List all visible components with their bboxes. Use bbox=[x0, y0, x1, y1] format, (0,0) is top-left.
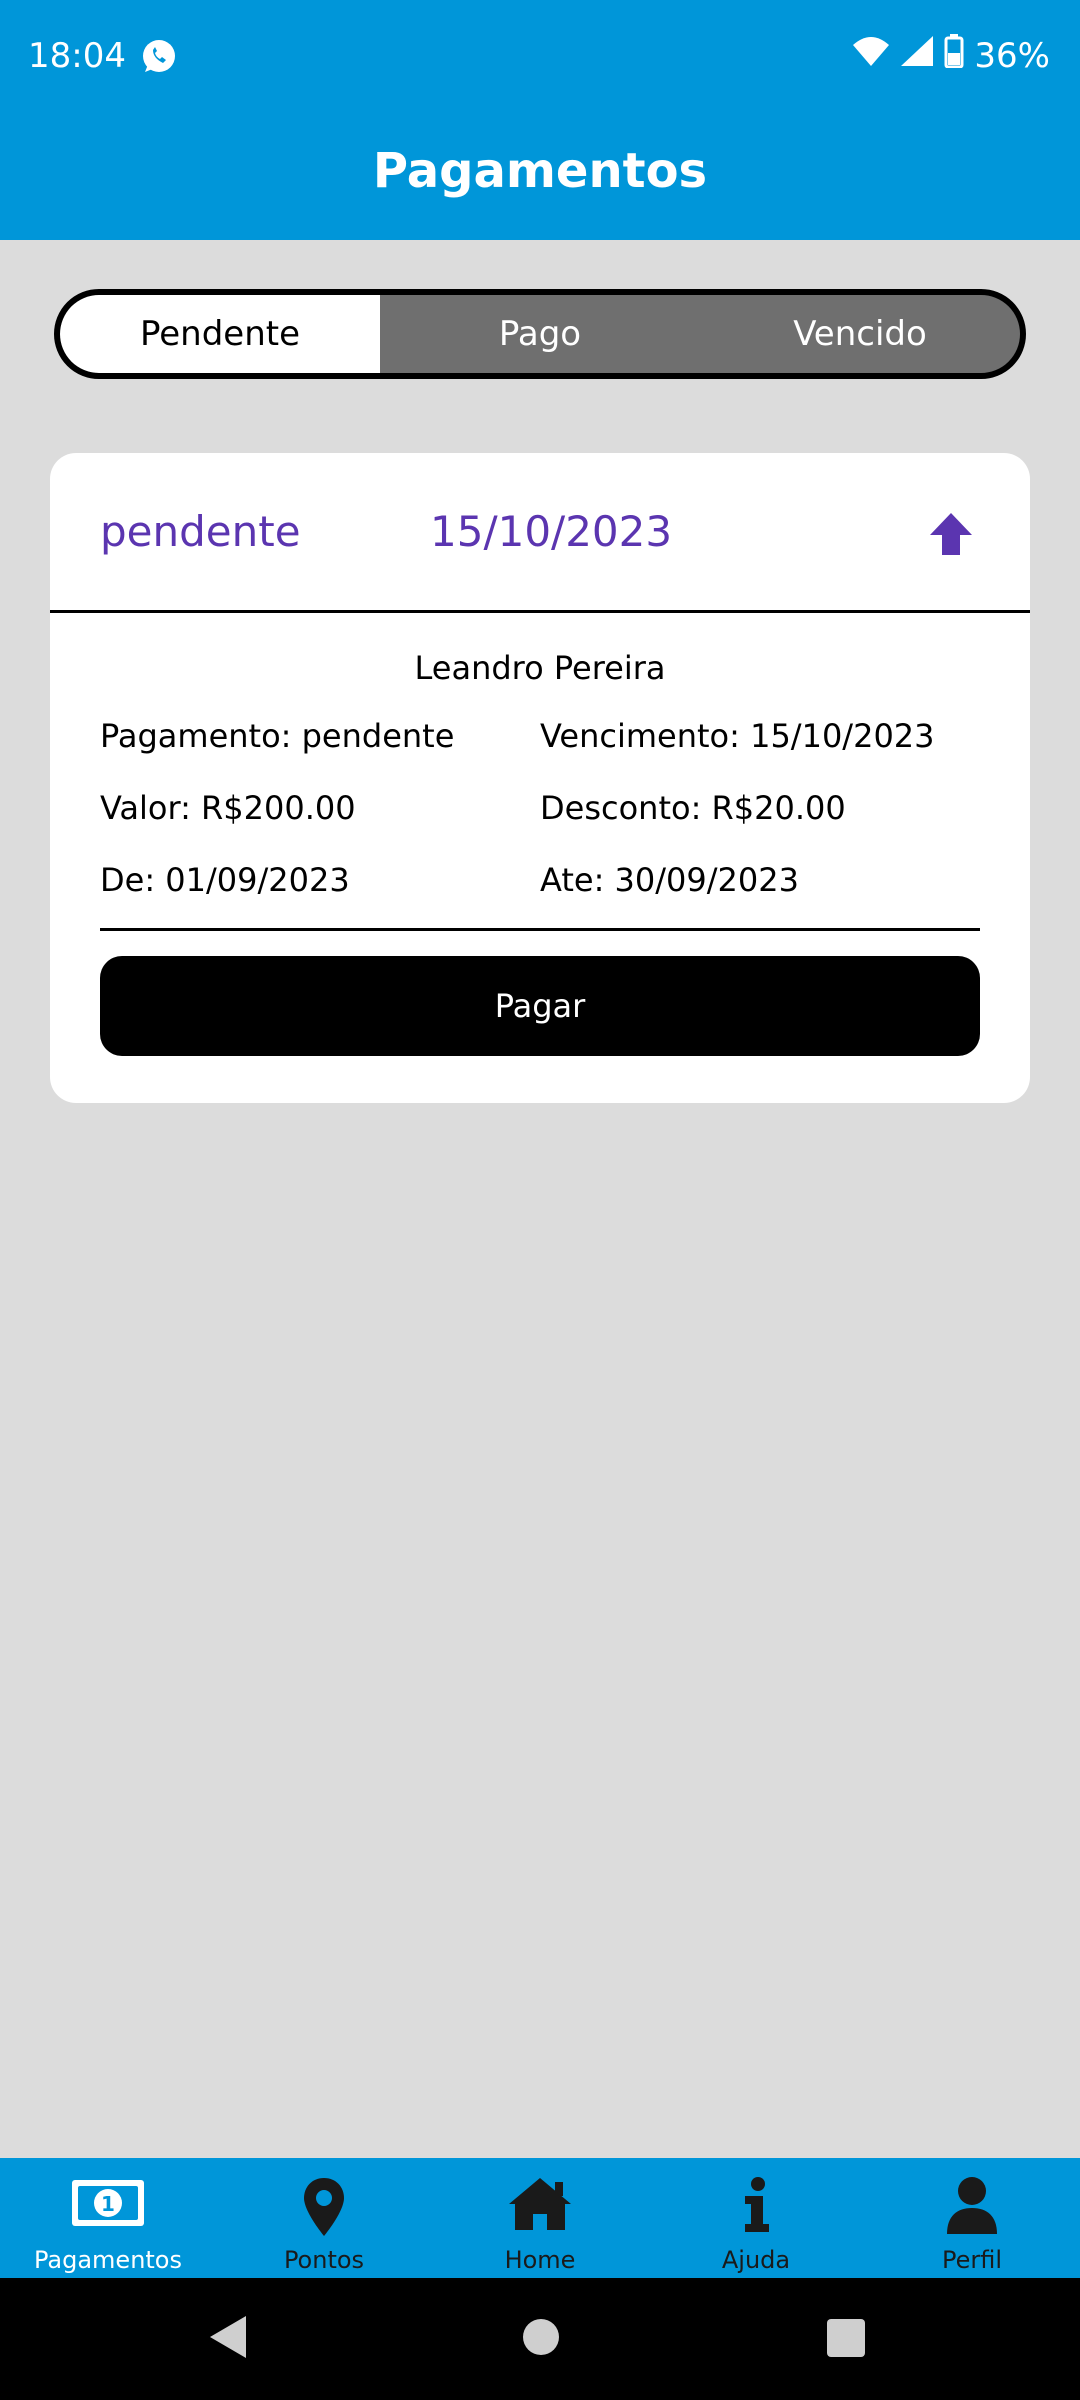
signal-icon bbox=[900, 35, 934, 76]
info-icon bbox=[741, 2176, 771, 2238]
tab-pendente[interactable]: Pendente bbox=[60, 295, 380, 373]
nav-item-pontos[interactable]: Pontos bbox=[216, 2158, 432, 2278]
tab-pago[interactable]: Pago bbox=[380, 295, 700, 373]
payment-card-header[interactable]: pendente 15/10/2023 bbox=[50, 453, 1030, 613]
nav-item-perfil[interactable]: Perfil bbox=[864, 2158, 1080, 2278]
app-bar: Pagamentos bbox=[0, 115, 1080, 240]
money-bill-icon: 1 bbox=[70, 2176, 146, 2234]
map-pin-icon bbox=[302, 2176, 346, 2242]
whatsapp-icon bbox=[140, 38, 178, 76]
recents-icon[interactable] bbox=[827, 2319, 865, 2361]
battery-percent: 36% bbox=[974, 35, 1050, 76]
payment-status: pendente bbox=[100, 507, 301, 556]
nav-item-pagamentos[interactable]: 1 Pagamentos bbox=[0, 2158, 216, 2278]
status-filter-tabs: Pendente Pago Vencido bbox=[54, 289, 1026, 379]
status-bar: 18:04 36% bbox=[0, 0, 1080, 115]
nav-label-home: Home bbox=[504, 2246, 576, 2274]
svg-text:1: 1 bbox=[101, 2192, 115, 2216]
status-time: 18:04 bbox=[28, 36, 126, 76]
nav-label-perfil: Perfil bbox=[941, 2246, 1003, 2274]
battery-icon bbox=[944, 34, 964, 77]
home-icon bbox=[507, 2176, 573, 2236]
nav-item-ajuda[interactable]: Ajuda bbox=[648, 2158, 864, 2278]
nav-item-home[interactable]: Home bbox=[432, 2158, 648, 2278]
back-icon[interactable] bbox=[208, 2314, 248, 2364]
tab-vencido[interactable]: Vencido bbox=[700, 295, 1020, 373]
nav-label-pagamentos: Pagamentos bbox=[34, 2246, 182, 2274]
status-icons: 36% bbox=[852, 34, 1050, 77]
payment-field: Pagamento: pendente bbox=[100, 717, 455, 755]
amount-field: Valor: R$200.00 bbox=[100, 789, 356, 827]
customer-name: Leandro Pereira bbox=[414, 649, 666, 687]
wifi-icon bbox=[852, 35, 890, 76]
period-end-field: Ate: 30/09/2023 bbox=[540, 861, 799, 899]
due-date-field: Vencimento: 15/10/2023 bbox=[540, 717, 935, 755]
period-start-field: De: 01/09/2023 bbox=[100, 861, 350, 899]
divider bbox=[100, 928, 980, 931]
payment-due-date: 15/10/2023 bbox=[430, 507, 673, 556]
nav-label-pontos: Pontos bbox=[283, 2246, 365, 2274]
bottom-navigation: 1 Pagamentos Pontos Home Ajuda Perfil bbox=[0, 2158, 1080, 2278]
page-title: Pagamentos bbox=[372, 143, 708, 199]
discount-field: Desconto: R$20.00 bbox=[540, 789, 846, 827]
arrow-up-icon[interactable] bbox=[926, 509, 976, 559]
user-icon bbox=[945, 2176, 999, 2240]
home-button-icon[interactable] bbox=[522, 2318, 560, 2360]
payment-card: pendente 15/10/2023 Leandro Pereira Paga… bbox=[50, 453, 1030, 1103]
pay-button[interactable]: Pagar bbox=[100, 956, 980, 1056]
system-navigation-bar bbox=[0, 2278, 1080, 2400]
nav-label-ajuda: Ajuda bbox=[721, 2246, 791, 2274]
